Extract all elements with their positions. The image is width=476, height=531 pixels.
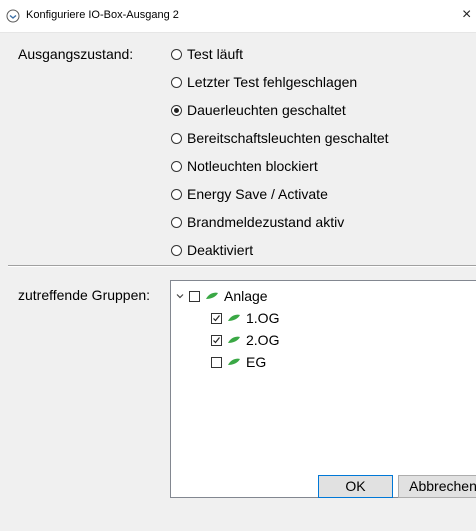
leaf-icon [228,358,240,365]
tree-node-label: 1.OG [246,310,280,326]
radio-label: Test läuft [187,46,244,62]
radio-label: Brandmeldezustand aktiv [187,214,345,230]
tree-node-1og[interactable]: 1.OG [211,309,279,327]
tree-node-label: Anlage [224,288,268,304]
radio-option-fire-alarm[interactable]: Brandmeldezustand aktiv [171,212,344,232]
radio-option-last-test-failed[interactable]: Letzter Test fehlgeschlagen [171,72,357,92]
radio-button[interactable] [171,132,182,144]
radio-label: Notleuchten blockiert [187,158,318,174]
close-icon[interactable]: × [462,4,476,26]
app-icon [6,9,20,23]
tree-checkbox-checked[interactable] [211,334,222,346]
radio-label: Dauerleuchten geschaltet [187,102,346,118]
window-title: Konfiguriere IO-Box-Ausgang 2 [26,9,179,21]
radio-label: Deaktiviert [187,242,254,258]
title-bar: Konfiguriere IO-Box-Ausgang 2 × [0,0,476,33]
tree-checkbox[interactable] [211,356,222,368]
groups-tree[interactable]: Anlage 1.OG 2.OG EG [170,280,476,498]
radio-button[interactable] [171,188,182,200]
radio-button[interactable] [171,244,182,256]
tree-node-2og[interactable]: 2.OG [211,331,279,349]
tree-checkbox-checked[interactable] [211,312,222,324]
radio-button[interactable] [171,216,182,228]
radio-button[interactable] [171,48,182,60]
radio-button[interactable] [171,76,182,88]
tree-checkbox[interactable] [189,290,200,302]
dialog-content: Ausgangszustand: Test läuft Letzter Test… [0,33,476,531]
leaf-icon [228,314,240,321]
radio-option-energy-save[interactable]: Energy Save / Activate [171,184,328,204]
radio-option-deactivated[interactable]: Deaktiviert [171,240,253,260]
radio-label: Energy Save / Activate [187,186,328,202]
radio-button[interactable] [171,160,182,172]
tree-node-eg[interactable]: EG [211,353,266,371]
radio-button-selected[interactable] [171,104,182,116]
radio-option-standby-on[interactable]: Bereitschaftsleuchten geschaltet [171,128,389,148]
section-divider [8,265,476,267]
radio-option-emergency-blocked[interactable]: Notleuchten blockiert [171,156,318,176]
output-state-label: Ausgangszustand: [18,46,134,62]
chevron-down-icon[interactable] [175,291,185,301]
leaf-icon [206,292,218,299]
radio-option-continuous-on[interactable]: Dauerleuchten geschaltet [171,100,346,120]
radio-option-test-running[interactable]: Test läuft [171,44,243,64]
tree-node-label: 2.OG [246,332,280,348]
tree-node-anlage[interactable]: Anlage [175,287,268,305]
radio-label: Letzter Test fehlgeschlagen [187,74,358,90]
groups-label: zutreffende Gruppen: [18,287,151,303]
ok-button[interactable]: OK [318,475,393,498]
cancel-button[interactable]: Abbrechen [398,475,476,498]
leaf-icon [228,336,240,343]
radio-label: Bereitschaftsleuchten geschaltet [187,130,389,146]
tree-node-label: EG [246,354,267,370]
